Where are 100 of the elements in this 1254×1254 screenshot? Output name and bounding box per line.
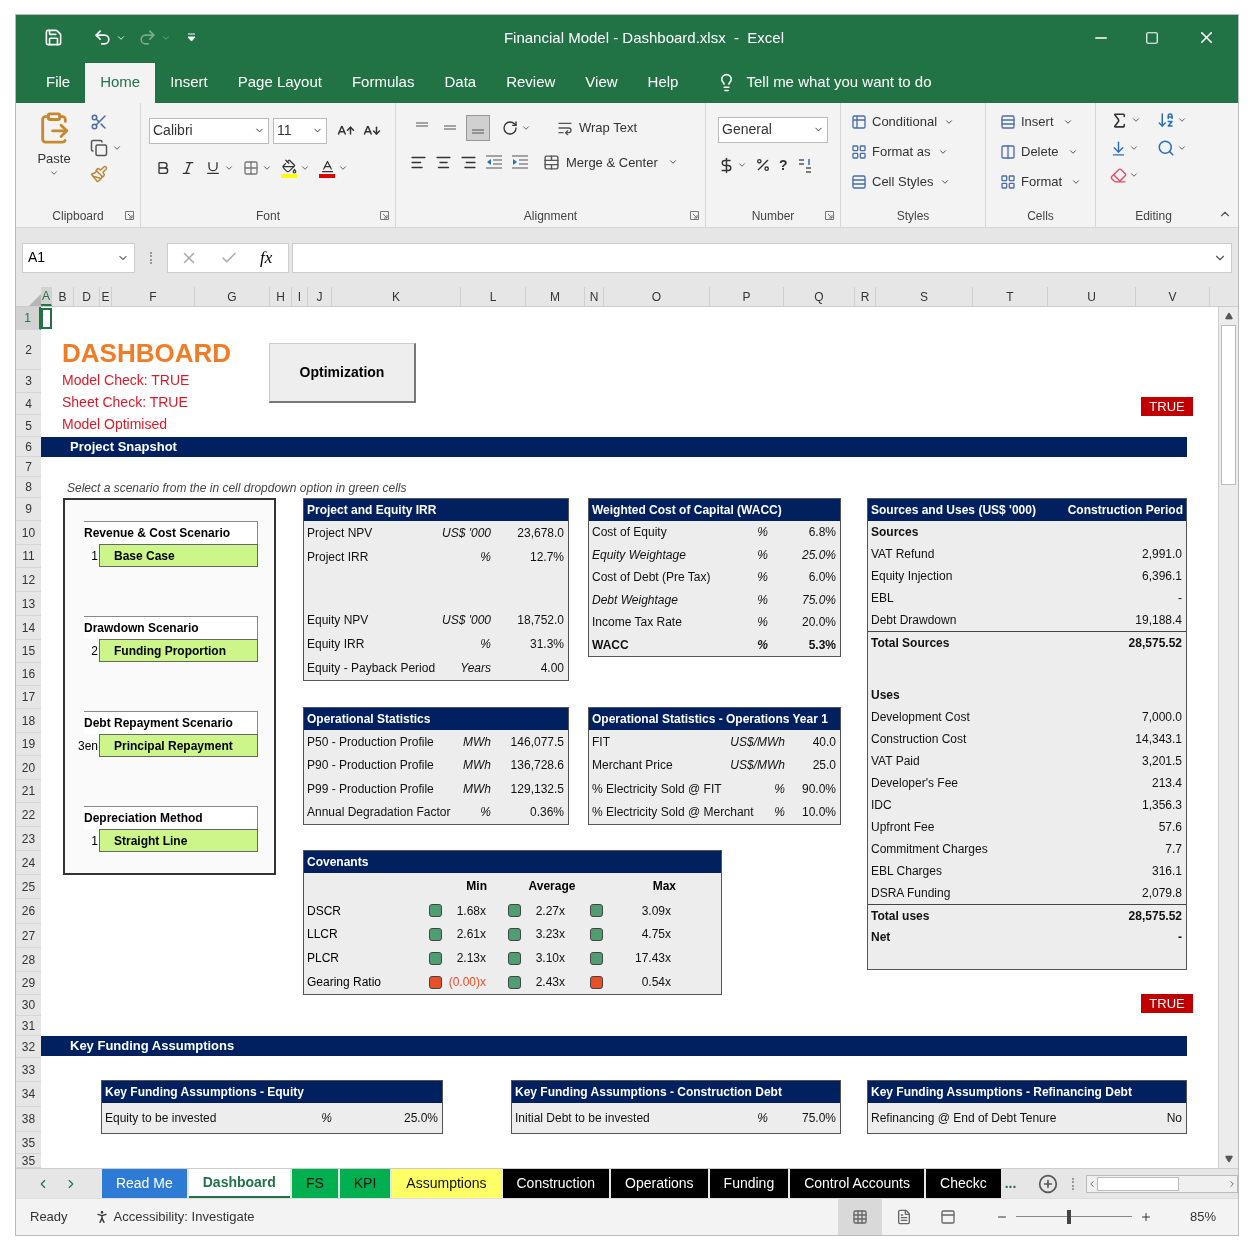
dialog-launcher-icon[interactable]: [125, 211, 134, 221]
styles-menu-button[interactable]: Conditional: [851, 110, 985, 133]
column-header[interactable]: I: [292, 287, 308, 307]
maximize-icon[interactable]: [1145, 30, 1159, 45]
ribbon-tab[interactable]: Formulas: [336, 62, 430, 103]
format-painter-icon[interactable]: [90, 164, 108, 183]
save-icon[interactable]: [44, 28, 63, 48]
column-header[interactable]: L: [461, 287, 526, 307]
sheet-tab[interactable]: Dashboard: [188, 1169, 290, 1198]
font-color-icon[interactable]: [319, 158, 335, 178]
scenario-dropdown-field[interactable]: Straight Line: [99, 829, 258, 853]
column-header[interactable]: K: [332, 287, 461, 307]
sheet-tab[interactable]: Funding: [709, 1169, 789, 1198]
tell-me-search[interactable]: Tell me what you want to do: [717, 62, 932, 103]
vertical-align-icon[interactable]: [466, 114, 490, 141]
percent-icon[interactable]: [755, 157, 771, 174]
insert-function-button[interactable]: fx: [260, 244, 273, 271]
scenario-dropdown-field[interactable]: Principal Repayment: [99, 734, 258, 758]
number-format-field[interactable]: General: [718, 116, 828, 143]
column-header[interactable]: G: [195, 287, 270, 307]
redo-icon[interactable]: [138, 28, 157, 48]
scroll-right-icon[interactable]: [1227, 1178, 1237, 1189]
wrap-text-button[interactable]: Wrap Text: [557, 117, 638, 138]
styles-menu-button[interactable]: Format as: [851, 140, 985, 163]
vertical-scrollbar[interactable]: [1218, 307, 1238, 1169]
column-header[interactable]: D: [74, 287, 100, 307]
scroll-thumb[interactable]: [1221, 325, 1236, 486]
customize-toolbar-icon[interactable]: [187, 33, 196, 43]
accessibility-button[interactable]: Accessibility: Investigate: [93, 1207, 255, 1227]
styles-menu-button[interactable]: Cell Styles: [851, 170, 985, 193]
paste-button[interactable]: Paste: [34, 110, 74, 206]
font-size-field[interactable]: 11: [273, 117, 327, 144]
comma-style-button[interactable]: ?: [779, 154, 788, 176]
dialog-launcher-icon[interactable]: [825, 211, 834, 221]
decrease-indent-icon[interactable]: [485, 155, 503, 170]
sheet-tab[interactable]: Control Accounts: [790, 1169, 924, 1198]
ribbon-tab[interactable]: Page Layout: [222, 62, 337, 103]
name-box[interactable]: A1: [22, 242, 135, 273]
column-header[interactable]: A: [41, 287, 52, 307]
font-name-field[interactable]: Calibri: [149, 117, 269, 144]
column-header[interactable]: B: [52, 287, 74, 307]
sheet-tab[interactable]: Operations: [611, 1169, 708, 1198]
sort-icon[interactable]: [1157, 110, 1175, 129]
search-icon[interactable]: [1157, 138, 1175, 157]
column-header[interactable]: Q: [784, 287, 855, 307]
column-header[interactable]: N: [585, 287, 604, 307]
bold-icon[interactable]: [155, 160, 171, 177]
scenario-dropdown-field[interactable]: Funding Proportion: [99, 639, 258, 663]
optimization-button[interactable]: Optimization: [269, 343, 416, 404]
column-header[interactable]: T: [973, 287, 1048, 307]
fill-color-icon[interactable]: [281, 158, 297, 178]
column-header[interactable]: M: [526, 287, 585, 307]
italic-icon[interactable]: [180, 160, 196, 177]
column-header[interactable]: H: [270, 287, 292, 307]
cells-menu-button[interactable]: Delete: [1000, 140, 1095, 163]
borders-icon[interactable]: [243, 160, 259, 177]
scroll-thumb[interactable]: [1097, 1176, 1180, 1191]
view-button[interactable]: [837, 1199, 882, 1235]
column-header[interactable]: F: [112, 287, 195, 307]
dialog-launcher-icon[interactable]: [690, 211, 699, 221]
ribbon-tab[interactable]: Data: [429, 62, 492, 103]
column-header[interactable]: V: [1136, 287, 1210, 307]
horizontal-scrollbar[interactable]: [1086, 1174, 1238, 1193]
ribbon-tab[interactable]: Review: [491, 62, 571, 103]
underline-icon[interactable]: [205, 160, 221, 177]
ribbon-tab[interactable]: Insert: [155, 62, 223, 103]
sheet-tab[interactable]: Read Me: [101, 1169, 187, 1198]
zoom-slider[interactable]: [1015, 1210, 1132, 1224]
eraser-icon[interactable]: [1110, 166, 1127, 184]
ribbon-tab[interactable]: File: [31, 62, 86, 103]
sheet-tab[interactable]: Assumptions: [392, 1169, 501, 1198]
merge-center-button[interactable]: Merge & Center: [543, 152, 678, 173]
column-header[interactable]: J: [308, 287, 332, 307]
undo-icon[interactable]: [93, 28, 112, 48]
formula-input[interactable]: [292, 242, 1232, 273]
fill-icon[interactable]: [1110, 139, 1127, 157]
column-header[interactable]: S: [876, 287, 973, 307]
sheet-tab[interactable]: KPI: [339, 1169, 391, 1198]
sheet-tab[interactable]: FS: [291, 1169, 338, 1198]
ribbon-tab[interactable]: View: [570, 62, 633, 103]
scroll-down-icon[interactable]: [1224, 1155, 1233, 1164]
new-sheet-icon[interactable]: [1038, 1173, 1059, 1194]
column-header[interactable]: P: [710, 287, 784, 307]
cells-menu-button[interactable]: Format: [1000, 170, 1095, 193]
cells-menu-button[interactable]: Insert: [1000, 110, 1095, 133]
sheet-tab[interactable]: Construction: [502, 1169, 610, 1198]
scroll-up-icon[interactable]: [1224, 312, 1233, 321]
ribbon-tab[interactable]: Home: [85, 62, 156, 103]
column-header[interactable]: E: [100, 287, 112, 307]
zoom-in-icon[interactable]: [1139, 1211, 1152, 1223]
scenario-dropdown-field[interactable]: Base Case: [99, 544, 258, 568]
column-header[interactable]: R: [855, 287, 876, 307]
increase-indent-icon[interactable]: [511, 155, 529, 170]
row-header[interactable]: 1: [16, 307, 41, 331]
ribbon-tab[interactable]: Help: [632, 62, 694, 103]
copy-icon[interactable]: [90, 138, 108, 157]
sheet-tab[interactable]: Checkc: [926, 1169, 1001, 1198]
orientation-icon[interactable]: [502, 119, 518, 136]
more-sheets-indicator[interactable]: ...: [1004, 1173, 1017, 1195]
column-header[interactable]: O: [604, 287, 710, 307]
